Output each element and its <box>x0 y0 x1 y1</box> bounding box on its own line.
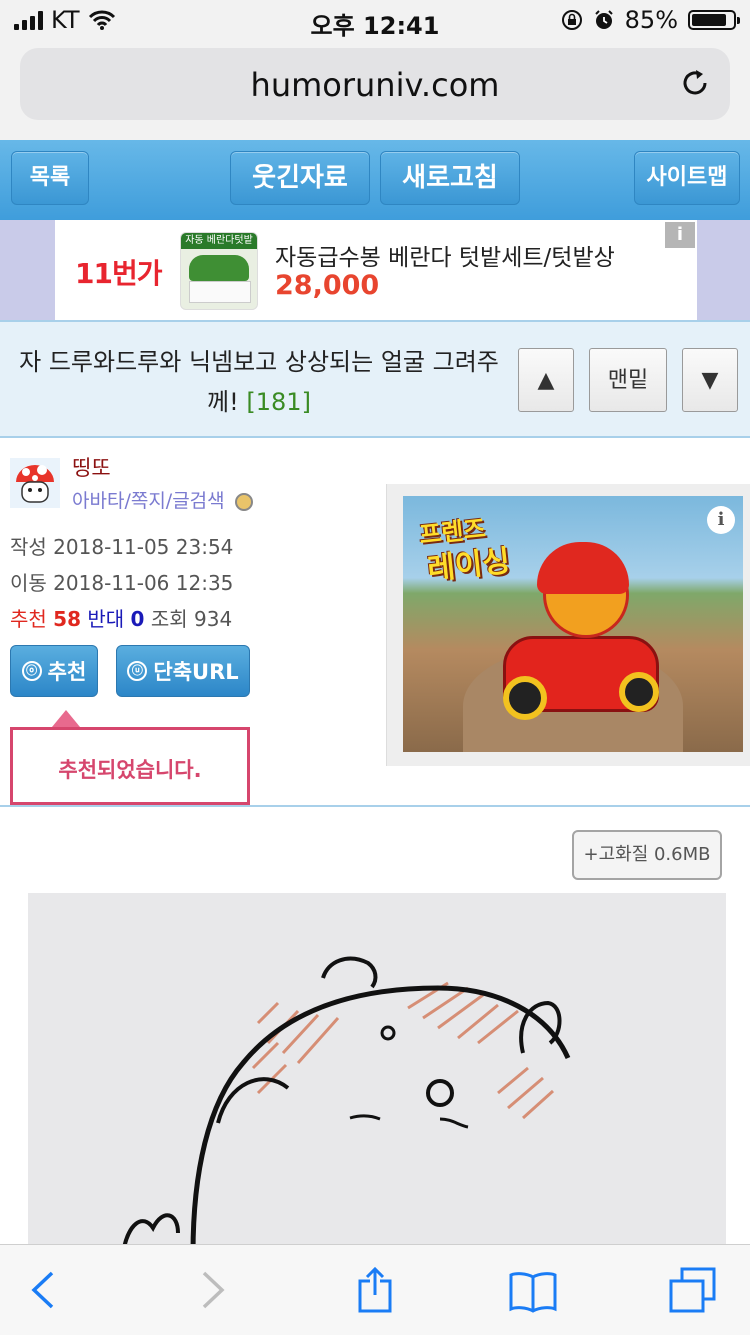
status-right: 85% <box>561 6 740 34</box>
post-title: 자 드루와드루와 닉넴보고 상상되는 얼굴 그려주께! [181] <box>14 342 504 422</box>
list-button[interactable]: 목록 <box>11 151 89 205</box>
alarm-icon <box>594 10 613 29</box>
scroll-up-button[interactable]: ▲ <box>518 348 574 412</box>
ad-info-icon[interactable]: i <box>665 222 695 248</box>
scroll-down-button[interactable]: ▼ <box>682 348 738 412</box>
short-url-label: 단축URL <box>153 660 239 684</box>
moved-value: 2018-11-06 12:35 <box>53 571 234 595</box>
short-url-icon: ⓤ <box>127 661 148 681</box>
divider <box>0 805 750 807</box>
rec-label: 추천 <box>10 607 47 631</box>
views-count: 934 <box>194 607 233 631</box>
plant-image <box>189 255 249 281</box>
forward-icon[interactable] <box>186 1267 236 1313</box>
browser-toolbar <box>0 1244 750 1335</box>
post-stats: 추천 58 반대 0 조회 934 <box>10 603 232 632</box>
battery-icon <box>688 10 740 30</box>
ad-price: 28,000 <box>275 270 380 301</box>
recommend-tooltip: 추천되었습니다. <box>10 727 250 805</box>
game-ad[interactable]: 프렌즈 레이싱 i <box>403 496 743 752</box>
bookmarks-icon[interactable] <box>508 1267 558 1313</box>
ad-content[interactable]: 11번가 자동 베란다텃밭 자동급수봉 베란다 텃밭세트/텃밭상 28,000 <box>55 220 697 320</box>
car-wheel <box>619 672 659 712</box>
post-title-bar: 자 드루와드루와 닉넴보고 상상되는 얼굴 그려주께! [181] ▲ 맨밑 ▼ <box>0 320 750 438</box>
car-wheel <box>503 676 547 720</box>
ad-thumbnail: 자동 베란다텃밭 <box>180 232 258 310</box>
tabs-icon[interactable] <box>668 1267 718 1313</box>
moved-date: 이동 2018-11-06 12:35 <box>10 567 233 596</box>
planter-image <box>189 281 251 303</box>
recommend-label: 추천 <box>47 660 87 684</box>
scroll-bottom-button[interactable]: 맨밑 <box>589 348 667 412</box>
author-links[interactable]: 아바타/쪽지/글검색 <box>72 486 253 513</box>
game-logo-line2: 레이싱 <box>425 543 512 588</box>
tooltip-text: 추천되었습니다. <box>58 758 202 782</box>
address-bar[interactable]: humoruniv.com <box>20 48 730 120</box>
ad-logo: 11번가 <box>75 257 162 290</box>
badge-icon <box>234 492 253 511</box>
url-text[interactable]: humoruniv.com <box>20 66 730 104</box>
browser-chrome: humoruniv.com <box>0 40 750 141</box>
opp-label: 반대 <box>87 607 125 631</box>
site-nav: 목록 웃긴자료 새로고침 사이트맵 <box>0 140 750 220</box>
back-icon[interactable] <box>20 1267 70 1313</box>
tooltip-arrow <box>52 710 80 727</box>
status-bar: KT 오후 12:41 85% <box>0 0 750 40</box>
moved-label: 이동 <box>10 571 47 595</box>
character-helmet <box>537 542 629 594</box>
post-image[interactable] <box>28 893 726 1253</box>
written-date: 작성 2018-11-05 23:54 <box>10 531 233 560</box>
ad-title: 자동급수봉 베란다 텃밭세트/텃밭상 <box>275 245 615 271</box>
author-nickname[interactable]: 띵또 <box>72 452 111 482</box>
game-ad-container: 프렌즈 레이싱 i <box>386 484 750 766</box>
sitemap-button[interactable]: 사이트맵 <box>634 151 740 205</box>
humor-button[interactable]: 웃긴자료 <box>230 151 370 205</box>
written-value: 2018-11-05 23:54 <box>53 535 234 559</box>
views-label: 조회 <box>150 607 188 631</box>
refresh-button[interactable]: 새로고침 <box>380 151 520 205</box>
rotation-lock-icon <box>561 10 582 30</box>
rec-count: 58 <box>53 607 82 631</box>
author-links-text[interactable]: 아바타/쪽지/글검색 <box>72 490 225 512</box>
avatar[interactable] <box>10 458 60 508</box>
ad-thumb-label: 자동 베란다텃밭 <box>181 233 257 249</box>
written-label: 작성 <box>10 535 47 559</box>
battery-percent: 85% <box>624 6 678 34</box>
ad-banner[interactable]: 11번가 자동 베란다텃밭 자동급수봉 베란다 텃밭세트/텃밭상 28,000 … <box>0 220 750 320</box>
reload-icon[interactable] <box>678 66 712 100</box>
recommend-icon: ⓞ <box>21 661 42 681</box>
share-icon[interactable] <box>350 1267 400 1313</box>
opp-count: 0 <box>130 607 145 631</box>
high-quality-button[interactable]: +고화질 0.6MB <box>572 830 722 880</box>
comment-count[interactable]: [181] <box>246 388 311 416</box>
ad-info-icon[interactable]: i <box>707 506 735 534</box>
recommend-button[interactable]: ⓞ 추천 <box>10 645 98 697</box>
short-url-button[interactable]: ⓤ 단축URL <box>116 645 250 697</box>
